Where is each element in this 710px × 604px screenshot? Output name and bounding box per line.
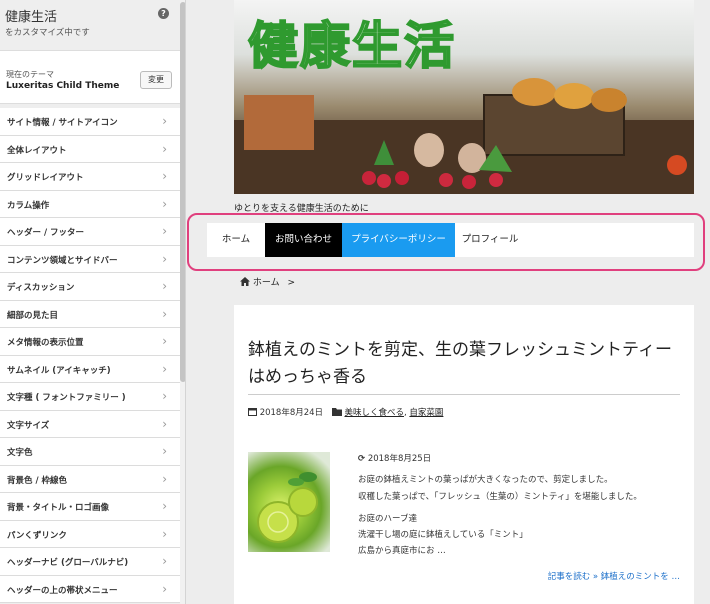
breadcrumb: ホーム > [240, 275, 295, 288]
customizer-section-label: ヘッダーの上の帯状メニュー [7, 585, 118, 596]
chevron-right-icon: › [162, 306, 167, 321]
breadcrumb-home-link[interactable]: ホーム [253, 278, 280, 288]
customizer-section-item[interactable]: ディスカッション › [0, 273, 180, 301]
chevron-right-icon: › [162, 471, 167, 486]
customizer-section-item[interactable]: コンテンツ領域とサイドバー › [0, 245, 180, 273]
customizer-section-label: メタ情報の表示位置 [7, 338, 84, 348]
chevron-right-icon: › [162, 141, 167, 156]
customizer-section-item[interactable]: ヘッダー / フッター › [0, 218, 180, 246]
excerpt-line: お庭の鉢植えミントの葉っぱが大きくなったので、剪定しました。 [358, 475, 613, 485]
excerpt-line: お庭のハーブ達 [358, 514, 417, 524]
customizer-section-item[interactable]: カラム操作 › [0, 190, 180, 218]
chevron-right-icon: › [162, 389, 167, 403]
calendar-icon [248, 408, 257, 416]
customizer-section-item[interactable]: サイト情報 / サイトアイコン › [0, 108, 180, 136]
customizer-sidebar: 健康生活 をカスタマイズ中です ? 現在のテーマ Luxeritas Child… [0, 0, 186, 604]
excerpt-line: 洗濯干し場の庭に鉢植えしている「ミント」 [358, 530, 528, 540]
article-title-divider [248, 394, 680, 395]
breadcrumb-separator: > [287, 278, 296, 288]
article-title[interactable]: 鉢植えのミントを剪定、生の葉フレッシュミントティーはめっちゃ香る [248, 337, 680, 391]
customizer-section-label: ヘッダー / フッター [7, 228, 85, 238]
updated-date: ⟳ 2018年8月25日 [358, 452, 431, 464]
article-card: 鉢植えのミントを剪定、生の葉フレッシュミントティーはめっちゃ香る 2018年8月… [234, 305, 694, 604]
chevron-right-icon: › [162, 169, 167, 183]
customizer-section-item[interactable]: 細部の見た目 › [0, 300, 180, 328]
customizer-section-item[interactable]: 全体レイアウト › [0, 135, 180, 163]
updated-date-text: 2018年8月25日 [367, 454, 432, 464]
customizer-section-item[interactable]: サムネイル (アイキャッチ) › [0, 355, 180, 383]
change-theme-button[interactable]: 変更 [140, 71, 172, 89]
customizer-section-item[interactable]: グリッドレイアウト › [0, 163, 180, 191]
customizer-section-label: ヘッダーナビ (グローバルナビ) [7, 558, 129, 568]
sidebar-scrollbar-thumb[interactable] [180, 2, 185, 382]
customizer-section-item[interactable]: 背景色 / 枠線色 › [0, 465, 180, 493]
customizer-section-item[interactable]: 文字色 › [0, 438, 180, 466]
chevron-right-icon: › [162, 581, 167, 596]
article-thumbnail[interactable] [248, 452, 330, 552]
customizer-section-item[interactable]: 文字サイズ › [0, 410, 180, 438]
read-more-link[interactable]: 記事を読む » 鉢植えのミントを … [548, 570, 680, 582]
folder-icon [331, 408, 342, 416]
customizer-section-label: グリッドレイアウト [7, 173, 84, 183]
current-theme-name: Luxeritas Child Theme [6, 81, 120, 91]
customizer-section-label: サムネイル (アイキャッチ) [7, 365, 111, 376]
chevron-right-icon: › [162, 114, 167, 128]
nav-highlight-outline [187, 213, 705, 271]
chevron-right-icon: › [162, 279, 167, 293]
chevron-right-icon: › [162, 526, 167, 541]
customizer-section-label: 文字サイズ [7, 420, 50, 431]
customizer-section-label: ディスカッション [7, 283, 75, 293]
home-icon [240, 277, 250, 286]
category-link[interactable]: 自家菜園 [409, 408, 443, 418]
customizer-section-label: 文字種 ( フォントファミリー ) [7, 393, 126, 403]
article-meta: 2018年8月24日 美味しく食べる, 自家菜園 [248, 406, 443, 418]
help-icon[interactable]: ? [158, 8, 169, 19]
mint-tea-illustration [257, 472, 318, 543]
refresh-icon: ⟳ [358, 454, 366, 464]
excerpt-line: 収穫した葉っぱで、「フレッシュ（生葉の）ミントティ」を堪能しました。 [358, 492, 642, 502]
customizer-section-label: カラム操作 [7, 200, 50, 211]
customizer-subtitle: をカスタマイズ中です [5, 28, 90, 38]
customizer-section-item[interactable]: パンくずリンク › [0, 520, 180, 548]
chevron-right-icon: › [162, 361, 167, 376]
chevron-right-icon: › [162, 416, 167, 431]
header-image: 健康生活 [234, 0, 694, 194]
chevron-right-icon: › [162, 554, 167, 568]
chevron-right-icon: › [162, 499, 167, 513]
customizer-site-title: 健康生活 [5, 10, 58, 25]
customizer-section-label: 細部の見た目 [7, 310, 59, 321]
category-separator: , [403, 408, 407, 418]
excerpt-line: 広島から真庭市にお … [358, 546, 446, 556]
customizer-section-item[interactable]: メタ情報の表示位置 › [0, 328, 180, 356]
customizer-section-item[interactable]: ヘッダーの上の帯状メニュー › [0, 575, 180, 603]
customizer-section-list: サイト情報 / サイトアイコン › 全体レイアウト › グリッドレイアウト › カラム操作 ›… [0, 108, 180, 603]
customizer-section-label: 全体レイアウト [7, 145, 67, 156]
customizer-section-label: コンテンツ領域とサイドバー [7, 255, 118, 266]
sidebar-scrollbar[interactable] [180, 0, 185, 604]
post-date: 2018年8月24日 [259, 408, 324, 418]
customizer-section-item[interactable]: 文字種 ( フォントファミリー ) › [0, 383, 180, 411]
chevron-right-icon: › [162, 251, 167, 266]
customizer-section-item[interactable]: 背景・タイトル・ロゴ画像 › [0, 493, 180, 521]
chevron-right-icon: › [162, 444, 167, 458]
chevron-right-icon: › [162, 196, 167, 211]
chevron-right-icon: › [162, 224, 167, 238]
customizer-section-label: パンくずリンク [7, 530, 67, 541]
category-link[interactable]: 美味しく食べる [344, 408, 404, 418]
chevron-right-icon: › [162, 334, 167, 348]
current-theme-label: 現在のテーマ [6, 70, 54, 79]
customizer-section-item[interactable]: ヘッダーナビ (グローバルナビ) › [0, 548, 180, 576]
current-theme-panel: 現在のテーマ Luxeritas Child Theme 変更 [0, 50, 180, 104]
customizer-section-label: サイト情報 / サイトアイコン [7, 118, 118, 128]
customizer-section-label: 背景色 / 枠線色 [7, 475, 68, 486]
customizer-section-label: 背景・タイトル・ロゴ画像 [7, 503, 110, 513]
site-title-logo[interactable]: 健康生活 [247, 6, 456, 78]
customizer-section-label: 文字色 [7, 448, 33, 458]
customizer-header: 健康生活 をカスタマイズ中です ? [0, 0, 180, 50]
